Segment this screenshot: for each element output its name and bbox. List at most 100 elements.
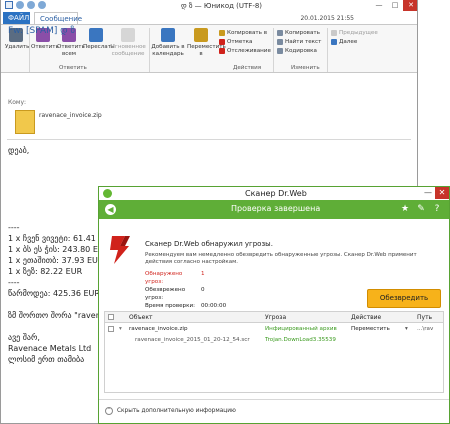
encoding-button[interactable]: Кодировка bbox=[277, 48, 317, 54]
body-line bbox=[8, 157, 108, 168]
previous-button[interactable]: Предыдущее bbox=[331, 30, 378, 36]
ribbon-separator bbox=[327, 28, 328, 72]
zip-file-icon[interactable] bbox=[15, 110, 35, 134]
maximize-button[interactable]: □ bbox=[387, 0, 403, 11]
stat-label: Время проверки: bbox=[145, 303, 196, 309]
copy-button[interactable]: Копировать bbox=[277, 30, 320, 36]
body-line: 1 x ბს ეს ჭის: 243.80 EUR bbox=[8, 245, 110, 254]
followup-button[interactable]: Отслеживание bbox=[219, 48, 271, 54]
body-line bbox=[8, 179, 108, 190]
stat-label: Обнаружено угроз: bbox=[145, 271, 183, 285]
copy-label: Копировать bbox=[285, 30, 320, 36]
forward-button[interactable]: Переслать bbox=[83, 28, 114, 51]
add-calendar-button[interactable]: Добавить в календарь bbox=[151, 28, 185, 57]
body-line: ---- bbox=[8, 223, 20, 232]
body-line bbox=[8, 322, 108, 333]
drweb-close-button[interactable]: ✕ bbox=[435, 187, 449, 199]
stat-value: 00:00:00 bbox=[201, 303, 227, 309]
body-line: ლოსიმ ერთ თამიბა bbox=[8, 355, 85, 364]
threat-headline: Сканер Dr.Web обнаружил угрозы. bbox=[145, 240, 273, 248]
column-path[interactable]: Путь bbox=[417, 314, 432, 321]
undo-icon[interactable] bbox=[27, 1, 35, 9]
outlook-title-bar: დ ზ — Юникод (UTF-8) — □ ✕ bbox=[1, 0, 417, 12]
arrow-down-icon bbox=[331, 39, 337, 45]
help-icon[interactable]: ? bbox=[431, 203, 443, 215]
next-label: Далее bbox=[339, 39, 358, 45]
next-button[interactable]: Далее bbox=[331, 39, 357, 45]
stat-label: Обезврежено угроз: bbox=[145, 287, 186, 301]
folder-icon bbox=[194, 28, 208, 42]
wrench-icon[interactable]: ✎ bbox=[415, 203, 427, 215]
reply-all-label: Ответить всем bbox=[57, 44, 85, 57]
encoding-icon bbox=[277, 48, 283, 54]
row-action-select[interactable]: Переместить bbox=[351, 326, 390, 332]
chevron-down-icon[interactable]: ▾ bbox=[405, 326, 408, 332]
im-button[interactable]: Мгновенное сообщение bbox=[109, 28, 147, 57]
stat-row: Обнаружено угроз: 1 bbox=[145, 270, 226, 286]
attachment-name[interactable]: ravenace_invoice.zip bbox=[39, 112, 102, 120]
table-header: Объект Угроза Действие Путь bbox=[105, 312, 443, 323]
drweb-title-bar: Сканер Dr.Web — ✕ bbox=[99, 187, 449, 200]
delete-label: Удалить bbox=[5, 44, 30, 50]
threat-summary: Сканер Dr.Web обнаружил угрозы. Рекоменд… bbox=[99, 219, 449, 310]
mark-button[interactable]: Отметка bbox=[219, 39, 252, 45]
copy-to-button[interactable]: Копировать в bbox=[219, 30, 267, 36]
stat-row: Время проверки: 00:00:00 bbox=[145, 302, 226, 310]
tab-message[interactable]: Сообщение bbox=[34, 12, 82, 24]
save-icon[interactable] bbox=[16, 1, 24, 9]
table-row[interactable]: ravenace_invoice_2015_01_20-12_54.scr Tr… bbox=[105, 335, 443, 345]
encoding-label: Кодировка bbox=[285, 48, 317, 54]
row-path: ...\rav bbox=[417, 326, 434, 332]
body-line: წარმოდეა: 425.36 EUR bbox=[8, 289, 100, 298]
ribbon-separator bbox=[149, 28, 150, 72]
minimize-button[interactable]: — bbox=[371, 0, 387, 11]
drweb-footer: ˄ Скрыть дополнительную информацию bbox=[99, 399, 449, 423]
hide-details-link[interactable]: Скрыть дополнительную информацию bbox=[117, 408, 236, 414]
search-icon bbox=[277, 39, 283, 45]
ribbon-separator bbox=[273, 28, 274, 72]
message-subject: Fw: [SPAM] დ ზ bbox=[8, 26, 76, 36]
row-object: ravenace_invoice_2015_01_20-12_54.scr bbox=[135, 337, 250, 343]
threat-stats: Обнаружено угроз: 1 Обезврежено угроз: 0… bbox=[145, 270, 226, 310]
table-row[interactable]: ▾ ravenace_invoice.zip Инфицированный ар… bbox=[105, 324, 443, 334]
calendar-icon bbox=[161, 28, 175, 42]
select-all-checkbox[interactable] bbox=[108, 314, 114, 320]
neutralize-button[interactable]: Обезвредить bbox=[367, 289, 441, 308]
reply-label: Ответить bbox=[31, 44, 59, 50]
body-line: დეაბ, bbox=[8, 146, 30, 155]
outlook-window-controls: — □ ✕ bbox=[371, 0, 417, 11]
body-line: Ravenace Metals Ltd bbox=[8, 344, 92, 353]
row-threat: Инфицированный архив bbox=[265, 326, 337, 332]
close-button[interactable]: ✕ bbox=[403, 0, 417, 11]
chevron-up-icon[interactable]: ˄ bbox=[105, 407, 113, 415]
row-checkbox[interactable] bbox=[108, 326, 114, 332]
body-line bbox=[8, 212, 108, 223]
body-line bbox=[8, 190, 108, 201]
column-action[interactable]: Действие bbox=[351, 314, 381, 321]
to-label: Кому: bbox=[8, 99, 27, 106]
row-object: ravenace_invoice.zip bbox=[129, 326, 188, 332]
column-object[interactable]: Объект bbox=[129, 314, 152, 321]
arrow-up-icon bbox=[331, 30, 337, 36]
tab-file[interactable]: ФАЙЛ bbox=[3, 12, 30, 24]
find-text-button[interactable]: Найти текст bbox=[277, 39, 321, 45]
header-divider bbox=[7, 139, 411, 140]
back-arrow-icon[interactable]: ◀ bbox=[105, 204, 116, 215]
redo-icon[interactable] bbox=[38, 1, 46, 9]
add-calendar-label: Добавить в календарь bbox=[151, 44, 185, 57]
copy-icon bbox=[277, 30, 283, 36]
body-line bbox=[8, 168, 108, 179]
move-to-button[interactable]: Переместить в bbox=[187, 28, 226, 57]
followup-label: Отслеживание bbox=[227, 48, 271, 54]
stat-row: Обезврежено угроз: 0 bbox=[145, 286, 226, 302]
group-respond-label: Ответить bbox=[59, 65, 87, 71]
outlook-app-icon bbox=[5, 1, 13, 9]
previous-label: Предыдущее bbox=[339, 30, 378, 36]
star-icon[interactable]: ★ bbox=[399, 203, 411, 215]
lightning-alert-icon bbox=[110, 236, 130, 264]
column-threat[interactable]: Угроза bbox=[265, 314, 286, 321]
group-actions-label: Действия bbox=[233, 65, 262, 71]
drweb-minimize-button[interactable]: — bbox=[421, 187, 435, 199]
flag-icon bbox=[219, 39, 225, 45]
collapse-arrow-icon[interactable]: ▾ bbox=[119, 326, 122, 332]
